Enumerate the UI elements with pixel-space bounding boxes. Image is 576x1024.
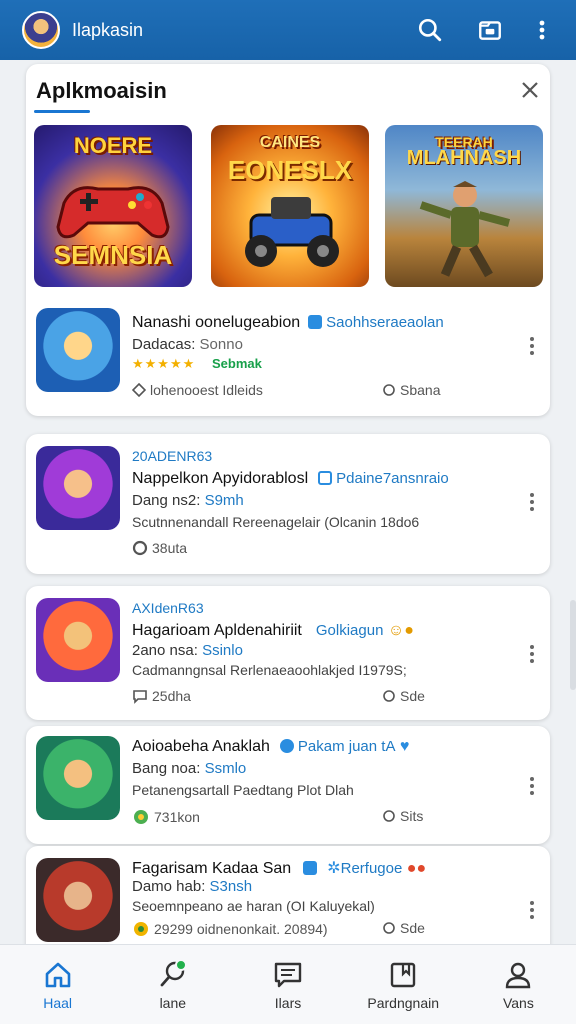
circle-icon [383, 384, 395, 396]
app-description: Scutnnenandall Rereenagelair (Olcanin 18… [132, 514, 420, 530]
app-tag: AXIdenR63 [132, 600, 204, 616]
app-name: Hagarioam Apldenahiriit Golkiagun ☺● [132, 622, 414, 639]
search-icon [418, 18, 442, 42]
app-subtitle: Damo hab: S3nsh [132, 878, 253, 895]
circle-icon [383, 810, 395, 822]
emoji-icon: ●● [406, 860, 427, 877]
gear-icon: ✲ [327, 860, 341, 877]
app-developer: Golkiagun [315, 622, 384, 639]
featured-section: Aplkmoaisin NOERE SEMNSIA CAINES EONESLX… [26, 64, 550, 416]
app-description: Seoemnpeano ae haran (OI Kaluyekal) [132, 898, 375, 914]
item-more-button[interactable] [520, 334, 544, 358]
home-icon [45, 962, 70, 988]
nav-label: Haal [43, 995, 72, 1011]
app-developer: Pdaine7ansnraio [336, 470, 449, 487]
app-card[interactable]: 20ADENR63 Nappelkon Apyidorablosl Pdaine7… [26, 434, 550, 574]
app-card[interactable]: AXIdenR63 Hagarioam Apldenahiriit Golkiag… [26, 586, 550, 720]
emoji-icon: ☺● [387, 622, 414, 639]
app-meta-right: Sits [382, 808, 423, 824]
soldier-image [419, 181, 511, 278]
profile-icon [506, 962, 531, 989]
verified-icon [279, 738, 294, 753]
nav-label: Pardngnain [367, 995, 440, 1011]
app-name: Aoioabeha Anaklah Pakam juan tA ♥ [132, 738, 410, 755]
bookmark-icon [391, 962, 416, 988]
nav-label: Vans [502, 995, 534, 1011]
verified-icon [303, 860, 318, 875]
verified-icon [308, 314, 323, 329]
app-subtitle: Bang noa: Ssmlo [132, 760, 247, 777]
close-icon [522, 82, 538, 98]
app-subtitle: Dang ns2: S9mh [132, 492, 244, 509]
badge-icon [134, 810, 148, 824]
close-button[interactable] [518, 78, 542, 102]
folder-icon [479, 21, 501, 40]
app-tag: 20ADENR63 [132, 448, 213, 464]
app-meta-right: Sde [382, 920, 425, 936]
app-name: Nappelkon Apyidorablosl Pdaine7ansnraio [132, 470, 449, 487]
app-bar: Ilapkasin [0, 0, 576, 60]
app-tag: Sebmak [212, 356, 262, 371]
nav-label: Ilars [274, 995, 302, 1011]
rating-stars: ★★★★★ [132, 356, 196, 371]
message-icon [274, 962, 302, 988]
search-button[interactable] [404, 8, 456, 52]
app-meta: 29299 oidnenonkait. 20894) [132, 920, 328, 938]
app-title: Ilapkasin [72, 19, 144, 40]
buggy-image [245, 197, 339, 267]
badge-icon [134, 922, 148, 936]
nav-item-messages[interactable]: Ilars [230, 945, 345, 1024]
banner-caption: SEMNSIA [53, 240, 173, 270]
circle-icon [132, 540, 148, 556]
app-description: Cadmanngnsal Rerlenaeaoohlakjed I1979S; [132, 662, 407, 678]
app-icon[interactable] [36, 446, 120, 530]
nav-item-search[interactable]: lane [115, 945, 230, 1024]
circle-icon [383, 690, 395, 702]
item-more-button[interactable] [520, 774, 544, 798]
app-developer: Saohhseraeaolan [326, 314, 444, 331]
folder-button[interactable] [464, 8, 516, 52]
app-description: Petanengsartall Paedtang Plot Dlah [132, 782, 354, 798]
banner-card[interactable]: TEERAH MLAHNASH [385, 125, 543, 287]
app-icon[interactable] [36, 308, 120, 392]
app-developer: Pakam juan tA [297, 738, 396, 755]
app-meta: 38uta [132, 540, 187, 556]
verified-icon [318, 470, 333, 485]
nav-item-library[interactable]: Pardngnain [346, 945, 461, 1024]
item-more-button[interactable] [520, 642, 544, 666]
app-meta: 731kon [132, 808, 200, 826]
nav-item-home[interactable]: Haal [0, 945, 115, 1024]
banner-card[interactable]: CAINES EONESLX [211, 125, 369, 287]
app-icon[interactable] [36, 858, 120, 942]
app-card[interactable]: Aoioabeha Anaklah Pakam juan tA ♥ Bang no… [26, 726, 550, 844]
app-meta-right: Sde [382, 688, 425, 704]
section-title: Aplkmoaisin [36, 78, 167, 103]
diamond-icon [132, 383, 146, 397]
app-meta: 25dha [132, 688, 191, 704]
title-underline [34, 110, 90, 113]
app-icon[interactable] [36, 598, 120, 682]
banner-card[interactable]: NOERE SEMNSIA [34, 125, 192, 287]
app-developer: Rerfugoe [340, 860, 403, 877]
app-name: Nanashi oonelugeabion Saohhseraeaolan [132, 314, 444, 331]
nav-item-profile[interactable]: Vans [461, 945, 576, 1024]
chat-icon [133, 690, 147, 704]
more-vert-icon [539, 20, 545, 40]
scroll-indicator[interactable] [570, 600, 576, 690]
item-more-button[interactable] [520, 490, 544, 514]
app-meta: lohenooest Idleids [132, 382, 263, 398]
app-icon[interactable] [36, 736, 120, 820]
app-meta-right: Sbana [382, 382, 440, 398]
item-more-button[interactable] [520, 898, 544, 922]
nav-label: lane [159, 995, 187, 1011]
bird-icon: ♥ [399, 738, 410, 755]
overflow-menu-button[interactable] [524, 8, 560, 52]
app-name: Fagarisam Kadaa San ✲Rerfugoe ●● [132, 860, 427, 877]
bottom-navigation: Haal lane Ilars Pardngnain Vans [0, 944, 576, 1024]
app-logo[interactable] [22, 11, 60, 49]
circle-icon [383, 922, 395, 934]
app-subtitle: 2ano nsa: Ssinlo [132, 642, 243, 659]
app-subtitle: Dadacas: Sonno [132, 336, 243, 353]
